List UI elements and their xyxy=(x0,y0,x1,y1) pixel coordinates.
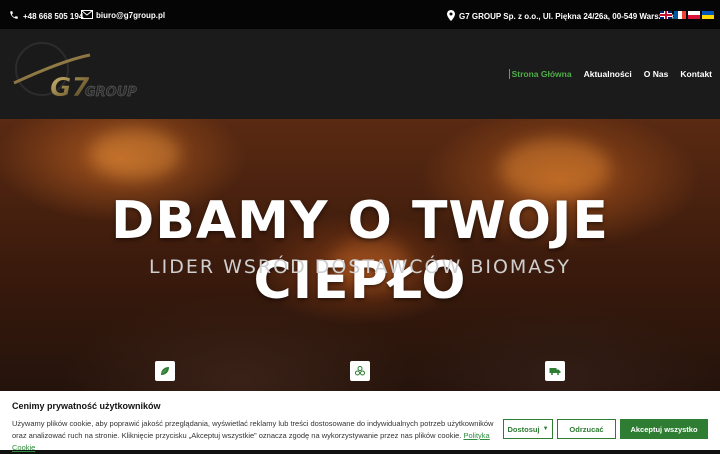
accept-label: Akceptuj wszystko xyxy=(630,424,698,434)
cookie-description: Używamy plików cookie, aby poprawić jako… xyxy=(12,419,494,440)
uk-flag-icon[interactable] xyxy=(660,11,672,19)
caret-down-icon: ▼ xyxy=(542,426,549,432)
location-pin-icon xyxy=(447,10,455,23)
fire-glow xyxy=(90,129,180,179)
main-nav: Strona Główna Aktualności O Nas Kontakt xyxy=(508,69,712,79)
hero-subtitle: LIDER WSRÓD DOSTAWCÓW BIOMASY xyxy=(149,256,571,278)
fire-glow xyxy=(500,139,610,199)
top-bar: +48 668 505 194 biuro@g7group.pl G7 GROU… xyxy=(0,0,720,29)
pl-flag-icon[interactable] xyxy=(688,11,700,19)
pellets-icon xyxy=(350,361,370,381)
reject-button[interactable]: Odrzucać xyxy=(557,419,616,439)
truck-icon xyxy=(545,361,565,381)
address-text: G7 GROUP Sp. z o.o., Ul. Piękna 24/26a, … xyxy=(459,12,678,21)
hero-title: DBAMY O TWOJE CIEPŁO xyxy=(111,191,609,311)
logo-text: GROUP xyxy=(85,85,137,100)
accept-all-button[interactable]: Akceptuj wszystko xyxy=(620,419,708,439)
cookie-title: Cenimy prywatność użytkowników xyxy=(12,401,161,411)
fr-flag-icon[interactable] xyxy=(674,11,686,19)
ua-flag-icon[interactable] xyxy=(702,11,714,19)
nav-item-about[interactable]: O Nas xyxy=(644,69,669,79)
leaf-icon xyxy=(155,361,175,381)
email-address: biuro@g7group.pl xyxy=(96,11,166,20)
nav-item-contact[interactable]: Kontakt xyxy=(680,69,712,79)
phone-icon xyxy=(9,10,19,22)
mail-icon xyxy=(81,10,93,21)
nav-item-news[interactable]: Aktualności xyxy=(584,69,632,79)
customize-label: Dostosuj xyxy=(507,424,540,434)
reject-label: Odrzucać xyxy=(569,424,604,434)
customize-button[interactable]: Dostosuj ▼ xyxy=(503,419,553,439)
g7-group-logo[interactable]: G7 GROUP xyxy=(10,41,140,103)
address: G7 GROUP Sp. z o.o., Ul. Piękna 24/26a, … xyxy=(447,10,678,23)
phone-number: +48 668 505 194 xyxy=(23,11,84,21)
nav-item-home[interactable]: Strona Główna xyxy=(508,69,572,79)
language-switcher xyxy=(660,11,714,19)
email-link[interactable]: biuro@g7group.pl xyxy=(81,10,165,21)
phone-link[interactable]: +48 668 505 194 xyxy=(9,10,83,22)
cookie-text: Używamy plików cookie, aby poprawić jako… xyxy=(12,418,502,454)
